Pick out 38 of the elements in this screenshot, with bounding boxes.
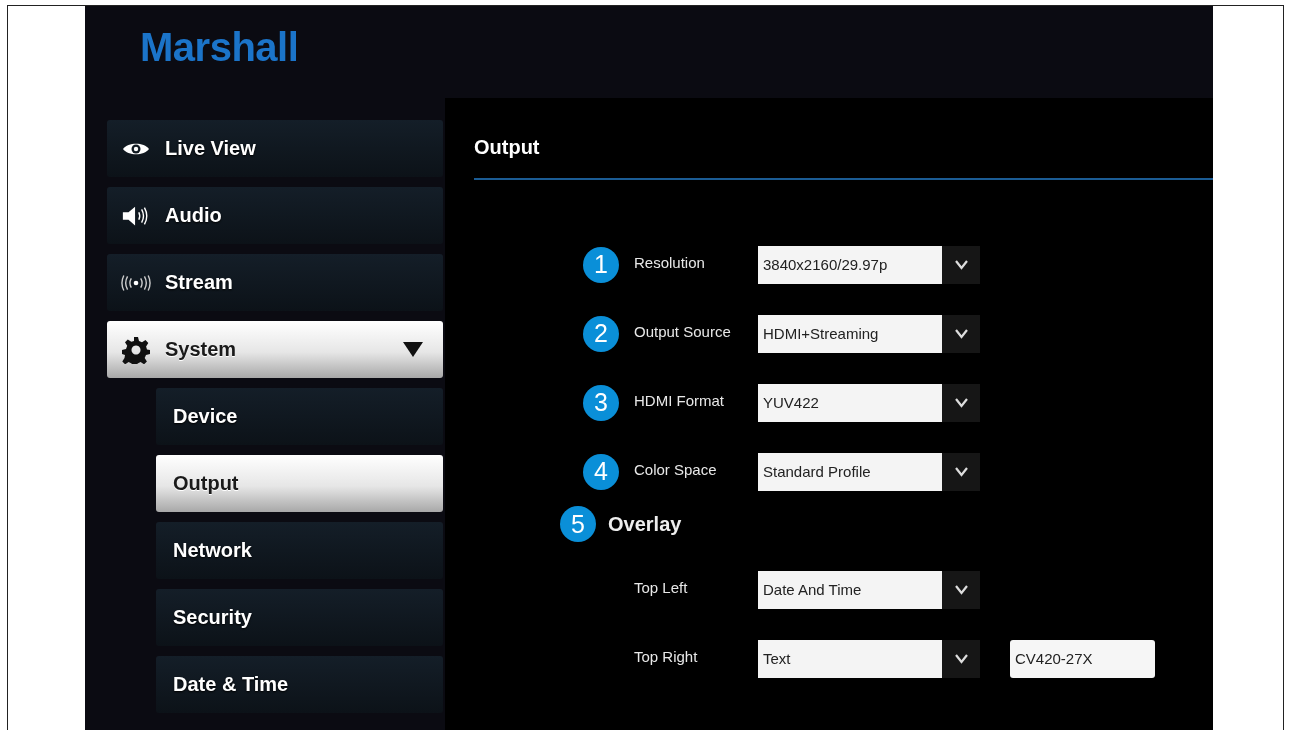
chevron-down-icon: [954, 397, 968, 408]
gear-icon: [122, 335, 150, 364]
dropdown[interactable]: HDMI+Streaming: [758, 314, 980, 353]
setting-label: Top Left: [634, 579, 689, 596]
chevron-down-icon: [954, 328, 968, 339]
chevron-down-icon: [954, 584, 968, 595]
dropdown[interactable]: Text: [758, 639, 980, 678]
sidebar-item[interactable]: Network: [156, 522, 443, 579]
chevron-down-icon: [954, 653, 968, 664]
text-field[interactable]: CV420-27X: [1010, 639, 1155, 678]
sidebar-item[interactable]: Device: [156, 388, 443, 445]
number-badge: 2: [583, 315, 619, 352]
setting-label: Output Source: [634, 323, 732, 340]
sidebar-item[interactable]: System: [107, 321, 443, 378]
setting-label: HDMI Format: [634, 392, 725, 409]
sidebar-item[interactable]: Audio: [107, 187, 443, 244]
setting-label: Resolution: [634, 254, 706, 271]
setting-label: Top Right: [634, 648, 699, 665]
page-title: Output: [474, 98, 1213, 180]
chevron-down-icon: [954, 466, 968, 477]
setting-label: Color Space: [634, 461, 718, 478]
number-badge: 3: [583, 384, 619, 421]
dropdown[interactable]: Standard Profile: [758, 452, 980, 491]
sidebar-item[interactable]: Live View: [107, 120, 443, 177]
dropdown[interactable]: 3840x2160/29.97p: [758, 245, 980, 284]
number-badge: 1: [583, 246, 619, 283]
broadcast-icon: [121, 273, 151, 292]
sidebar-item[interactable]: Output: [156, 455, 443, 512]
sidebar-item[interactable]: Security: [156, 589, 443, 646]
section-heading: Overlay: [608, 512, 682, 536]
number-badge: 4: [583, 453, 619, 490]
dropdown[interactable]: Date And Time: [758, 570, 980, 609]
sidebar-item[interactable]: Date & Time: [156, 656, 443, 713]
logo: Marshall: [140, 24, 299, 70]
sidebar-item[interactable]: Stream: [107, 254, 443, 311]
chevron-down-icon: [954, 259, 968, 270]
number-badge: 5: [560, 506, 596, 542]
dropdown[interactable]: YUV422: [758, 383, 980, 422]
